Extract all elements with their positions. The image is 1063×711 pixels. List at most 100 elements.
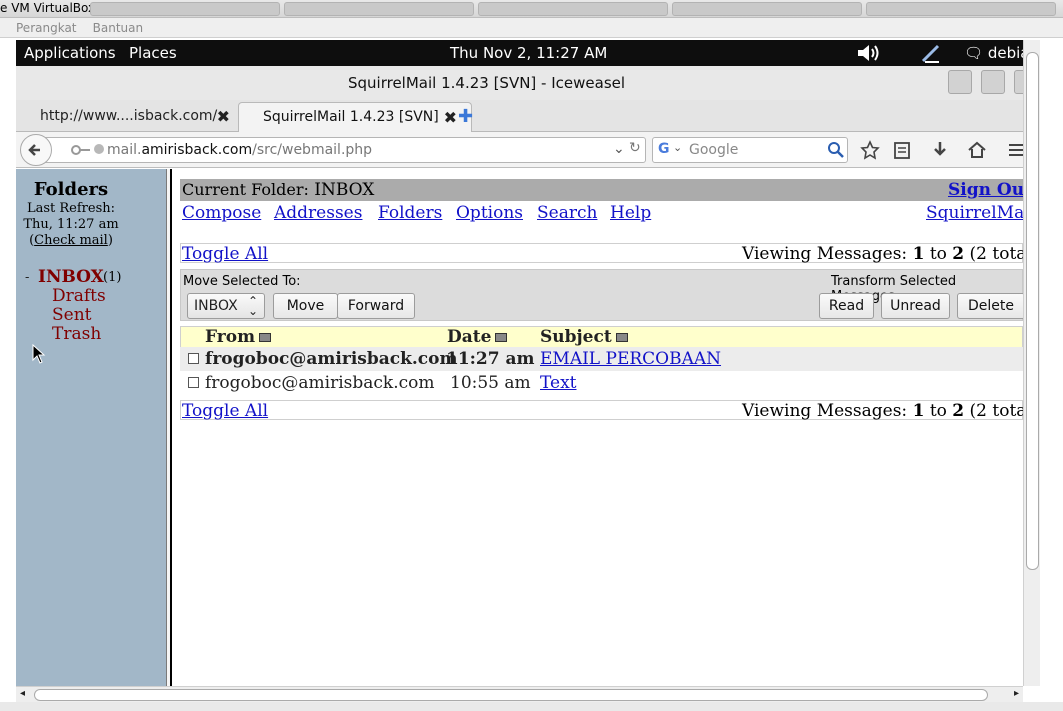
collapse-toggle[interactable]: - [25, 270, 29, 285]
unread-button[interactable]: Unread [881, 293, 950, 319]
check-mail: (Check mail) [29, 233, 113, 248]
navigation-bar: mail.amirisback.com/src/webmail.php ⌄ ↻ … [16, 132, 1023, 168]
sort-icon[interactable] [259, 333, 272, 342]
user-menu[interactable]: 🗨 debia [964, 44, 1029, 62]
search-link[interactable]: Search [537, 203, 597, 223]
folder-sent[interactable]: Sent [52, 305, 92, 325]
addresses-link[interactable]: Addresses [274, 203, 362, 223]
close-tab-icon[interactable]: ✖ [444, 108, 457, 127]
search-icon[interactable] [827, 141, 845, 159]
identity-key-icon[interactable] [71, 142, 91, 158]
minimize-button[interactable] [948, 70, 972, 94]
message-checkbox[interactable] [188, 377, 199, 388]
url-text: mail.amirisback.com/src/webmail.php [107, 142, 373, 158]
google-icon[interactable]: G [658, 141, 670, 157]
folders-heading: Folders [33, 179, 109, 200]
delete-button[interactable]: Delete [957, 293, 1023, 319]
search-engine-dropdown-icon[interactable]: ⌄ [673, 141, 682, 154]
menu-perangkat[interactable]: Perangkat [16, 21, 77, 35]
viewing-messages-bottom: Viewing Messages: 1 to 2 (2 total [742, 401, 1023, 421]
url-bar[interactable]: mail.amirisback.com/src/webmail.php ⌄ ↻ [36, 137, 646, 163]
horizontal-scroll-thumb[interactable] [34, 689, 988, 701]
read-button[interactable]: Read [819, 293, 874, 319]
browser-title-bar: SquirrelMail 1.4.23 [SVN] - Iceweasel [16, 66, 1026, 100]
column-from[interactable]: From [205, 327, 272, 347]
sort-icon[interactable] [495, 333, 508, 342]
move-button[interactable]: Move [273, 293, 338, 319]
home-icon[interactable] [967, 140, 987, 160]
help-link[interactable]: Help [610, 203, 651, 223]
gnome-top-bar: Applications Places Thu Nov 2, 11:27 AM … [16, 40, 1029, 66]
virtualbox-title-bar: e VM VirtualBox [0, 0, 1063, 18]
sort-icon[interactable] [615, 333, 628, 342]
toggle-all-bottom[interactable]: Toggle All [182, 401, 268, 421]
options-link[interactable]: Options [456, 203, 523, 223]
bookmarks-menu-icon[interactable] [892, 140, 912, 160]
message-list-header: From Date Subject [180, 326, 1023, 348]
back-arrow-icon [28, 144, 40, 156]
url-history-dropdown-icon[interactable]: ⌄ [613, 141, 625, 157]
places-menu[interactable]: Places [129, 44, 177, 62]
column-subject[interactable]: Subject [540, 327, 628, 347]
frame-divider[interactable] [166, 169, 172, 686]
mouse-cursor-icon [32, 344, 46, 364]
move-transform-panel: Move Selected To: Transform Selected Mes… [180, 269, 1023, 321]
folders-link[interactable]: Folders [378, 203, 442, 223]
message-from: frogoboc@amirisback.com [205, 349, 458, 369]
last-refresh-label: Last Refresh: [26, 201, 116, 216]
folder-select[interactable]: INBOX ⌃ ⌄ [187, 293, 265, 319]
message-checkbox[interactable] [188, 353, 199, 364]
column-date[interactable]: Date [447, 327, 508, 347]
vertical-scroll-thumb[interactable] [1026, 52, 1039, 570]
current-folder-bar: Current Folder: INBOX Sign Ou [180, 179, 1023, 201]
toggle-all-top[interactable]: Toggle All [182, 244, 268, 264]
message-date: 10:55 am [450, 373, 531, 393]
message-row[interactable]: frogoboc@amirisback.com 11:27 am EMAIL P… [180, 347, 1023, 371]
virtualbox-status-bar [0, 702, 1063, 711]
check-mail-link[interactable]: Check mail [34, 233, 108, 248]
search-bar[interactable]: G ⌄ Google [652, 137, 848, 163]
folder-trash[interactable]: Trash [52, 324, 101, 344]
message-date: 11:27 am [446, 349, 535, 369]
applications-menu[interactable]: Applications [24, 44, 116, 62]
tab-label: http://www....isback.com/ [40, 108, 218, 124]
scroll-right-icon[interactable]: ▸ [1014, 688, 1019, 699]
maximize-button[interactable] [981, 70, 1005, 94]
downloads-icon[interactable] [930, 140, 950, 160]
current-folder: Current Folder: INBOX [182, 180, 375, 200]
message-subject-link[interactable]: Text [540, 373, 577, 393]
virtualbox-menu-bar: Perangkat Bantuan [0, 18, 1063, 38]
menu-bantuan[interactable]: Bantuan [93, 21, 143, 35]
scroll-left-icon[interactable]: ◂ [20, 688, 25, 699]
network-icon[interactable] [920, 43, 942, 63]
message-list-pane: Current Folder: INBOX Sign Ou Compose Ad… [180, 169, 1023, 686]
back-button[interactable] [20, 134, 52, 166]
squirrelmail-link[interactable]: SquirrelMai [926, 203, 1023, 223]
horizontal-scrollbar[interactable]: ◂ ▸ [16, 686, 1023, 702]
clock[interactable]: Thu Nov 2, 11:27 AM [450, 44, 607, 62]
close-tab-icon[interactable]: ✖ [217, 107, 230, 126]
folder-select-value: INBOX [194, 298, 238, 314]
volume-icon[interactable] [856, 42, 882, 64]
webpage: Folders Last Refresh: Thu, 11:27 am (Che… [16, 169, 1023, 686]
vertical-scrollbar[interactable] [1023, 40, 1040, 686]
sign-out-link[interactable]: Sign Ou [948, 180, 1023, 200]
folder-inbox[interactable]: INBOX [38, 267, 104, 287]
folders-sidebar: Folders Last Refresh: Thu, 11:27 am (Che… [16, 169, 166, 686]
viewing-messages-top: Viewing Messages: 1 to 2 (2 total [742, 244, 1023, 264]
new-tab-icon[interactable]: ✚ [458, 106, 473, 127]
message-row[interactable]: frogoboc@amirisback.com 10:55 am Text [180, 371, 1023, 395]
reload-icon[interactable]: ↻ [629, 140, 641, 156]
tab-amirisback[interactable]: http://www....isback.com/ ✖ [16, 102, 244, 132]
move-selected-to-label: Move Selected To: [183, 274, 301, 289]
bookmark-star-icon[interactable] [860, 140, 880, 160]
tab-label: SquirrelMail 1.4.23 [SVN] [263, 109, 439, 125]
host-browser-tabs-strip [90, 0, 1063, 17]
message-subject-link[interactable]: EMAIL PERCOBAAN [540, 349, 721, 369]
message-from: frogoboc@amirisback.com [205, 373, 435, 393]
forward-button[interactable]: Forward [337, 293, 415, 319]
tab-squirrelmail[interactable]: SquirrelMail 1.4.23 [SVN] ✖ [238, 102, 472, 132]
folder-drafts[interactable]: Drafts [52, 286, 106, 306]
inbox-unread-count: (1) [103, 270, 122, 285]
compose-link[interactable]: Compose [182, 203, 261, 223]
